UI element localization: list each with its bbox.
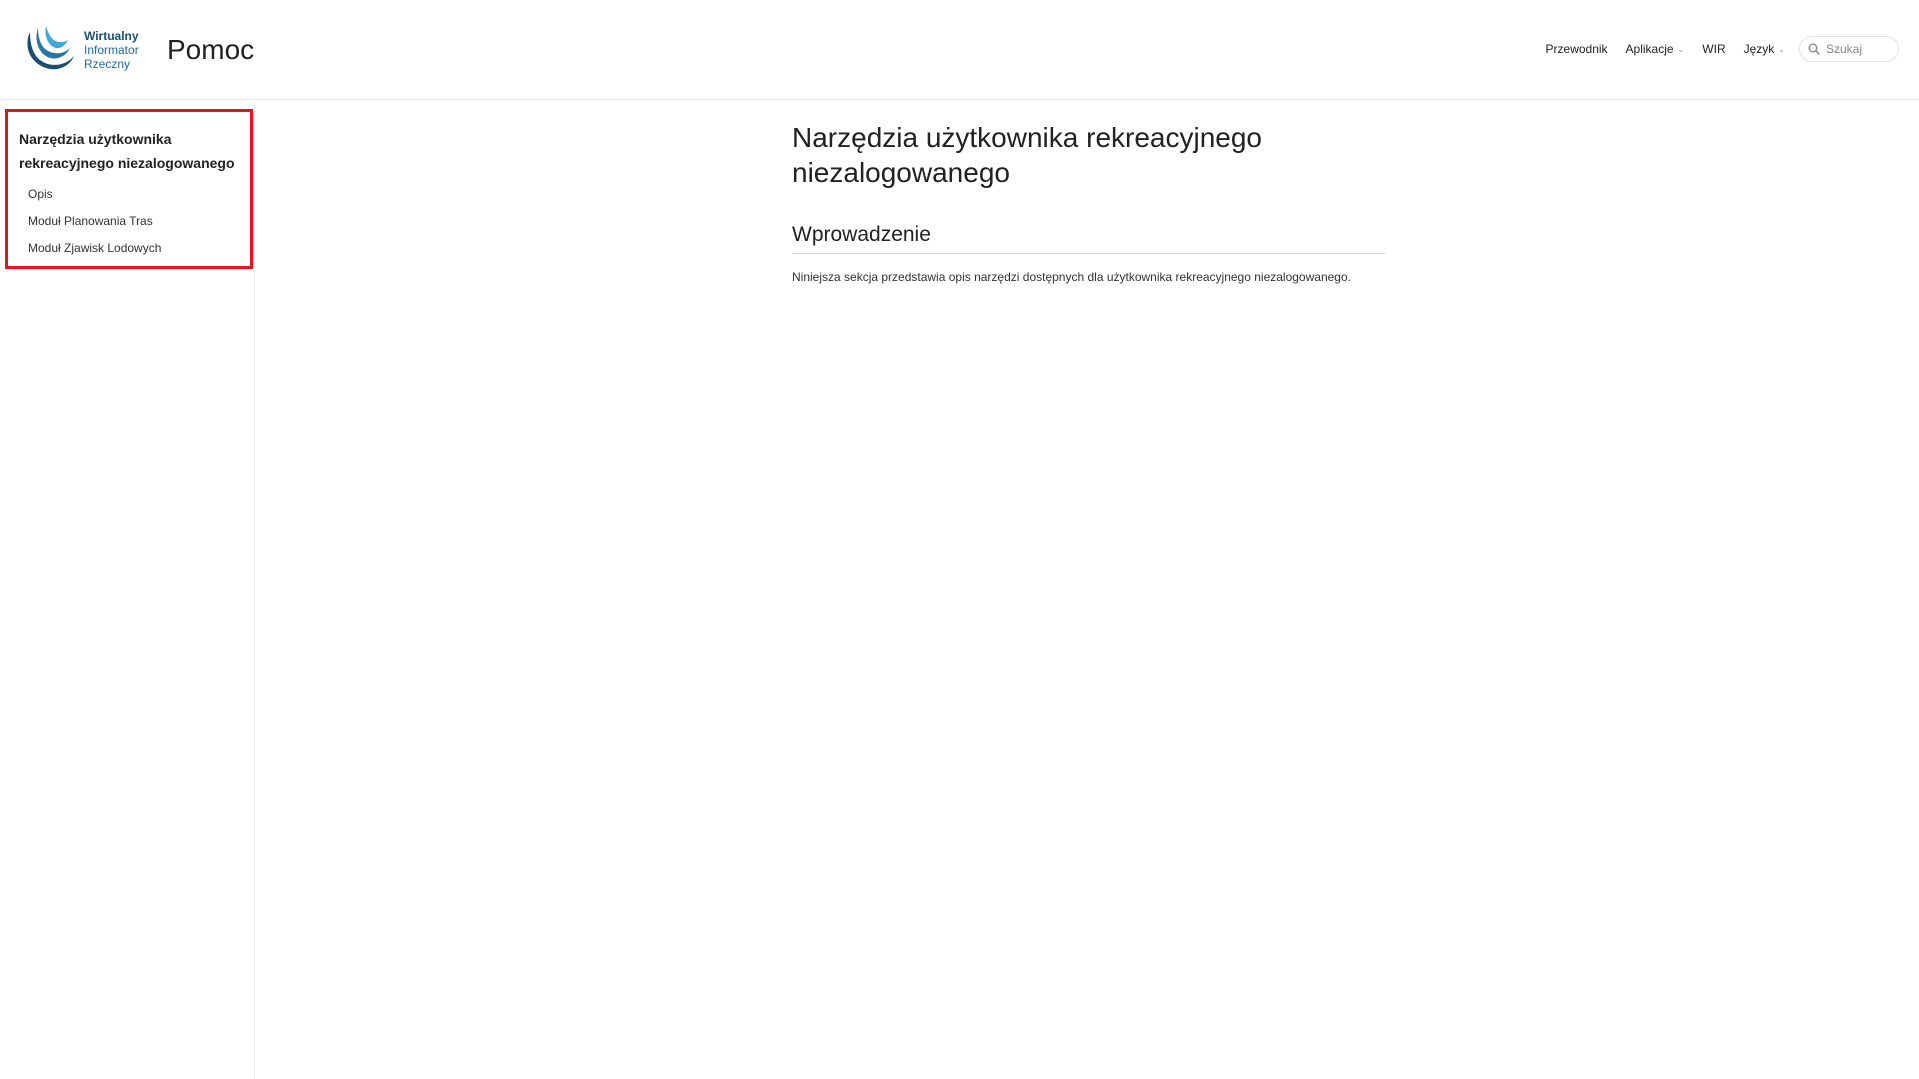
page: Wirtualny Informator Rzeczny Pomoc Przew… <box>0 0 1919 1079</box>
logo-text: Wirtualny Informator Rzeczny <box>84 29 139 71</box>
sidebar-links: Opis Moduł Planowania Tras Moduł Zjawisk… <box>28 181 161 262</box>
wave-logo-icon <box>27 26 74 70</box>
nav-label: WIR <box>1702 42 1726 56</box>
site-title[interactable]: Pomoc <box>167 34 254 66</box>
logo-line-2: Informator <box>84 43 139 57</box>
sidebar-item-opis[interactable]: Opis <box>28 181 161 208</box>
nav-przewodnik[interactable]: Przewodnik <box>1546 42 1608 56</box>
section-heading: Wprowadzenie <box>792 223 1386 254</box>
logo-line-1: Wirtualny <box>84 29 139 43</box>
search-icon <box>1808 43 1820 55</box>
nav-label: Język <box>1743 42 1775 56</box>
top-navigation: Przewodnik Aplikacje ⌄ WIR Język ⌄ <box>1546 36 1899 62</box>
search-input[interactable] <box>1824 41 1894 57</box>
nav-wir[interactable]: WIR <box>1702 42 1725 56</box>
main-content: Narzędzia użytkownika rekreacyjnego niez… <box>792 120 1386 284</box>
sidebar-item-modul-planowania-tras[interactable]: Moduł Planowania Tras <box>28 208 161 235</box>
site-header: Wirtualny Informator Rzeczny Pomoc Przew… <box>0 0 1919 100</box>
sidebar: Narzędzia użytkownika rekreacyjnego niez… <box>0 101 255 1079</box>
chevron-down-icon: ⌄ <box>1677 44 1685 54</box>
sidebar-item-modul-zjawisk-lodowych[interactable]: Moduł Zjawisk Lodowych <box>28 235 161 262</box>
nav-label: Przewodnik <box>1545 42 1608 56</box>
intro-paragraph: Niniejsza sekcja przedstawia opis narzęd… <box>792 270 1351 284</box>
nav-aplikacje-dropdown[interactable]: Aplikacje ⌄ <box>1626 42 1685 56</box>
site-logo[interactable]: Wirtualny Informator Rzeczny <box>20 22 139 78</box>
chevron-down-icon: ⌄ <box>1778 44 1785 54</box>
search-box[interactable] <box>1799 36 1899 62</box>
nav-jezyk-dropdown[interactable]: Język ⌄ <box>1744 42 1785 56</box>
page-title: Narzędzia użytkownika rekreacyjnego niez… <box>792 122 1262 188</box>
logo-line-3: Rzeczny <box>84 57 131 71</box>
nav-label: Aplikacje <box>1625 42 1674 56</box>
sidebar-section-title[interactable]: Narzędzia użytkownika rekreacyjnego niez… <box>19 127 249 175</box>
